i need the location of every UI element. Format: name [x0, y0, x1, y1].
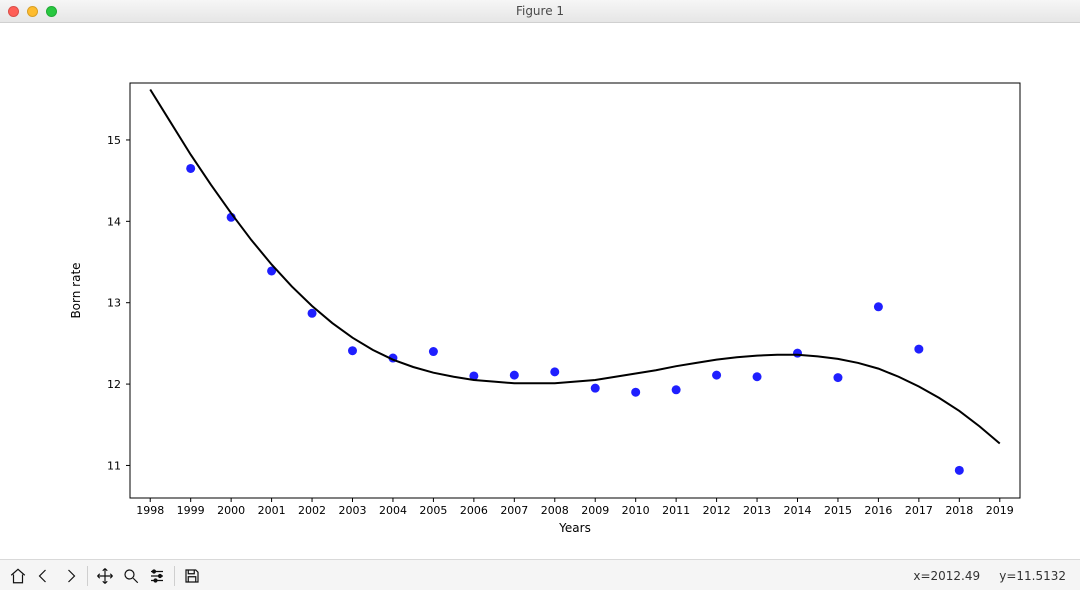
data-point: [631, 388, 640, 397]
data-point: [550, 367, 559, 376]
xtick-label: 2002: [298, 504, 326, 517]
data-point: [712, 371, 721, 380]
ytick-label: 12: [107, 378, 121, 391]
xtick-label: 2004: [379, 504, 407, 517]
configure-button[interactable]: [145, 564, 169, 588]
ytick-label: 15: [107, 134, 121, 147]
data-point: [955, 466, 964, 475]
data-point: [833, 373, 842, 382]
toolbar-separator: [174, 566, 175, 586]
ytick-label: 14: [107, 215, 121, 228]
xtick-label: 2017: [905, 504, 933, 517]
xtick-label: 2007: [500, 504, 528, 517]
window-title: Figure 1: [0, 4, 1080, 18]
data-point: [429, 347, 438, 356]
window-titlebar: Figure 1: [0, 0, 1080, 23]
data-point: [874, 302, 883, 311]
xtick-label: 2009: [581, 504, 609, 517]
arrow-left-icon: [35, 567, 53, 585]
xtick-label: 2000: [217, 504, 245, 517]
xtick-label: 2008: [541, 504, 569, 517]
maximize-icon[interactable]: [46, 6, 57, 17]
matplotlib-toolbar: x=2012.49 y=11.5132: [0, 559, 1080, 590]
forward-button[interactable]: [58, 564, 82, 588]
pan-button[interactable]: [93, 564, 117, 588]
data-point: [348, 346, 357, 355]
xtick-label: 2006: [460, 504, 488, 517]
data-point: [186, 164, 195, 173]
xtick-label: 1998: [136, 504, 164, 517]
data-point: [510, 371, 519, 380]
xlabel: Years: [558, 521, 591, 535]
move-icon: [96, 567, 114, 585]
xtick-label: 2014: [784, 504, 812, 517]
ylabel: Born rate: [69, 262, 83, 318]
ytick-label: 11: [107, 459, 121, 472]
save-button[interactable]: [180, 564, 204, 588]
data-point: [753, 372, 762, 381]
zoom-icon: [122, 567, 140, 585]
figure-canvas[interactable]: 1998 1999 2000 2001 2002 2003 2004 2005 2006 2007…: [0, 23, 1080, 559]
series-fit: [150, 90, 1000, 444]
ytick-label: 13: [107, 297, 121, 310]
xtick-label: 2012: [703, 504, 731, 517]
zoom-button[interactable]: [119, 564, 143, 588]
data-point: [914, 345, 923, 354]
save-icon: [183, 567, 201, 585]
xtick-label: 1999: [177, 504, 205, 517]
axes-frame: [130, 83, 1020, 498]
xtick-label: 2018: [945, 504, 973, 517]
xtick-label: 2005: [419, 504, 447, 517]
xtick-label: 2003: [339, 504, 367, 517]
home-button[interactable]: [6, 564, 30, 588]
xtick-label: 2019: [986, 504, 1014, 517]
coord-readout: x=2012.49 y=11.5132: [913, 569, 1066, 583]
xtick-label: 2011: [662, 504, 690, 517]
xtick-label: 2010: [622, 504, 650, 517]
xtick-label: 2001: [258, 504, 286, 517]
back-button[interactable]: [32, 564, 56, 588]
sliders-icon: [148, 567, 166, 585]
data-point: [793, 349, 802, 358]
close-icon[interactable]: [8, 6, 19, 17]
data-point: [672, 385, 681, 394]
minimize-icon[interactable]: [27, 6, 38, 17]
toolbar-separator: [87, 566, 88, 586]
data-point: [591, 384, 600, 393]
data-point: [308, 309, 317, 318]
arrow-right-icon: [61, 567, 79, 585]
xtick-label: 2016: [864, 504, 892, 517]
home-icon: [9, 567, 27, 585]
xtick-label: 2015: [824, 504, 852, 517]
xtick-label: 2013: [743, 504, 771, 517]
plot-svg: 1998 1999 2000 2001 2002 2003 2004 2005 2006 2007…: [0, 23, 1080, 559]
